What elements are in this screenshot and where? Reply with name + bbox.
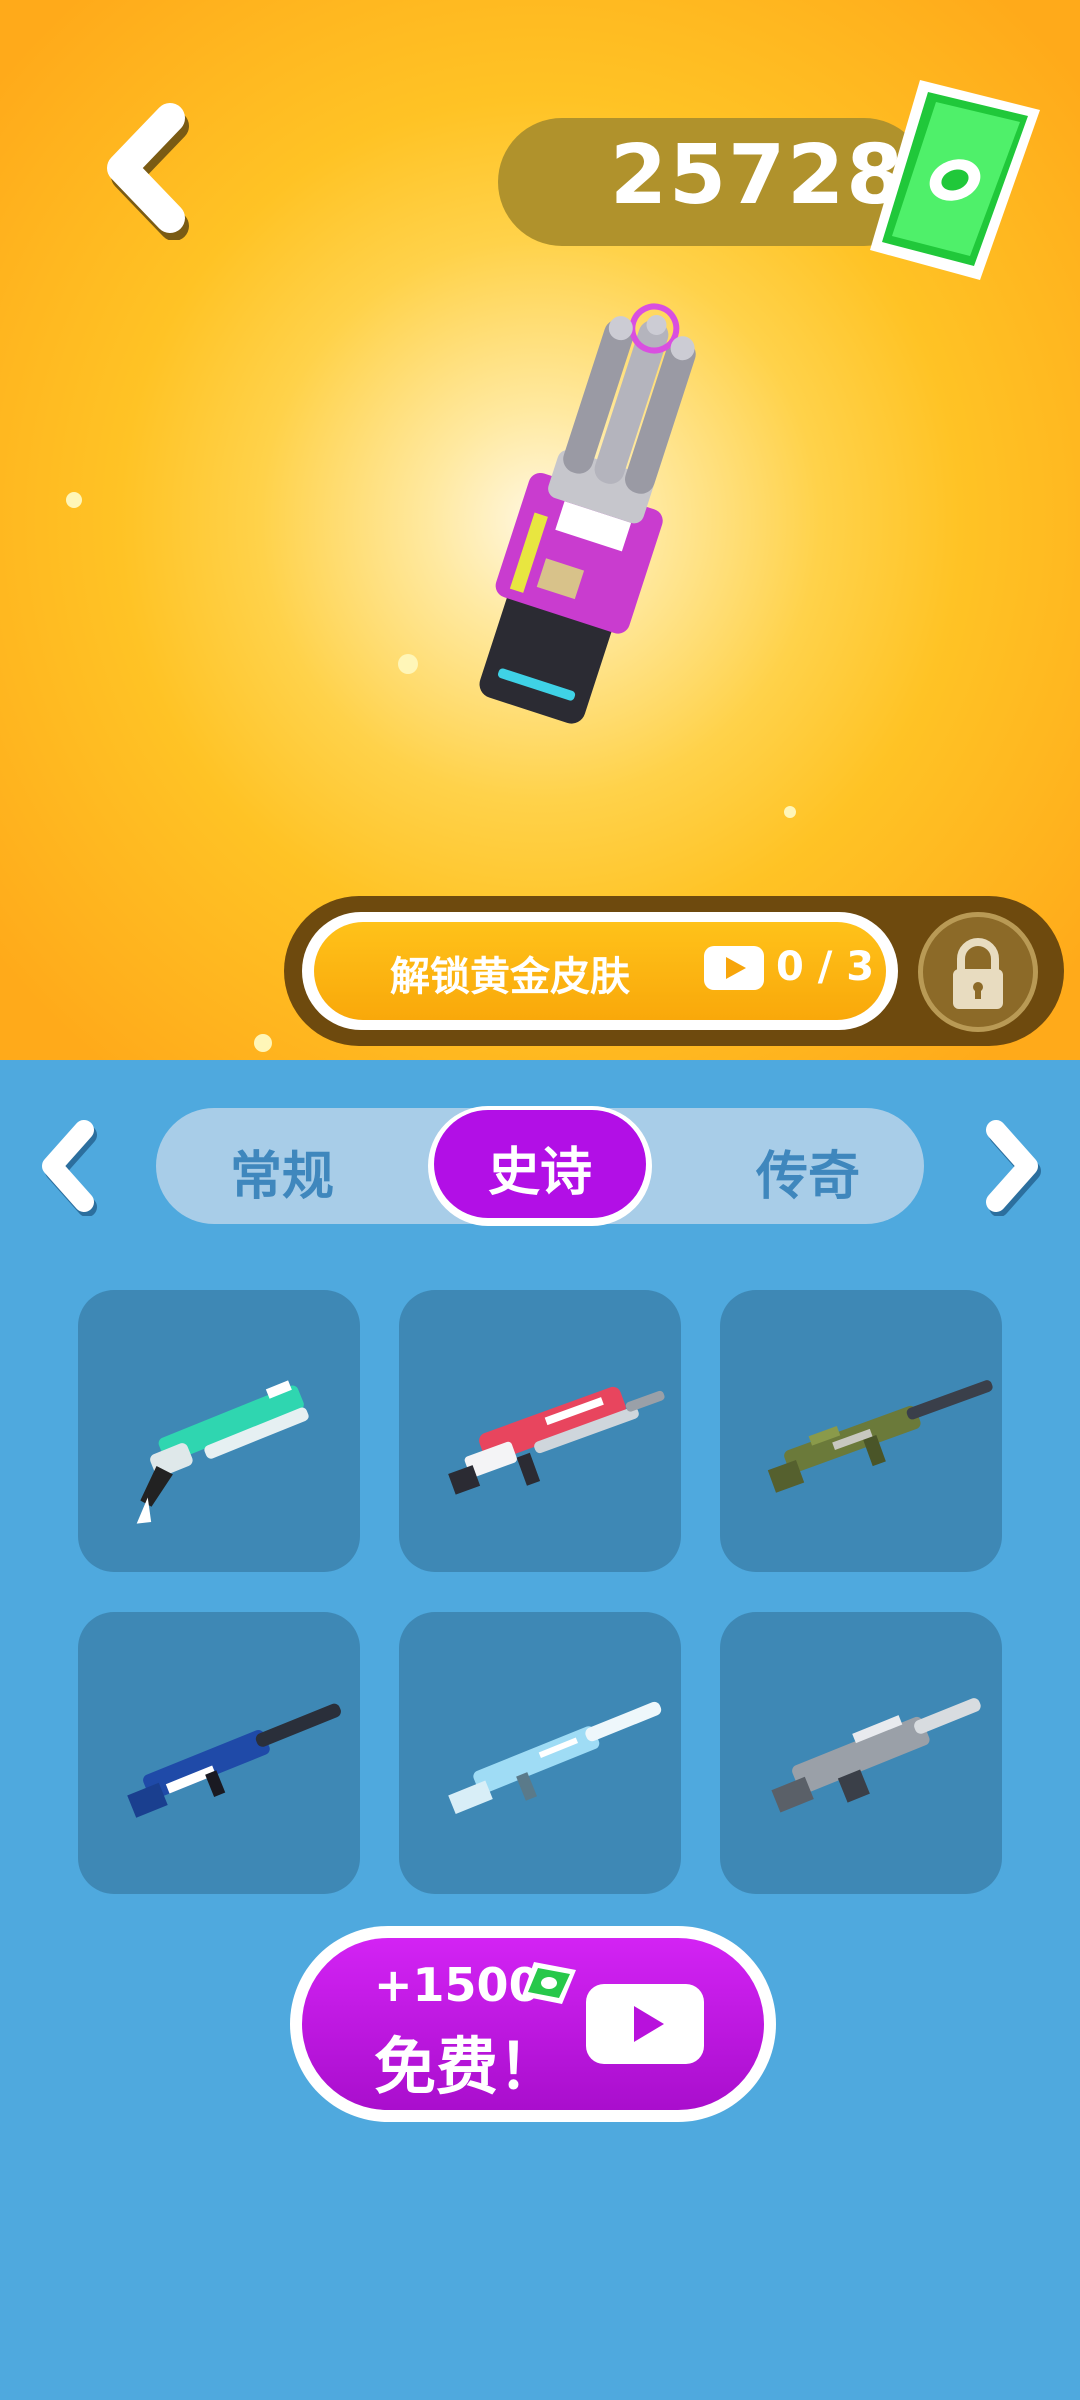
shotgun-teal-icon [136,1380,309,1524]
sparkle [784,806,796,818]
lock-icon [953,938,1003,1009]
rifle-blue-icon [127,1703,341,1818]
sparkle [66,492,82,508]
back-button[interactable] [88,100,198,240]
sparkle [398,654,418,674]
next-category-button[interactable] [982,1116,1044,1216]
machinegun-silver-icon [771,1698,981,1813]
video-play-icon [586,1984,704,2064]
unlock-gold-skin-label: 解锁黄金皮肤 [390,954,630,1000]
cash-icon [522,1962,576,2004]
weapon-card[interactable] [720,1290,1002,1572]
sparkle [254,1034,272,1052]
cash-stack-icon [870,80,1040,280]
weapon-card[interactable] [399,1612,681,1894]
rifle-red-icon [448,1386,665,1495]
weapon-card[interactable] [78,1612,360,1894]
minigun-icon[interactable] [440,300,740,740]
weapon-card[interactable] [399,1290,681,1572]
lock-button[interactable] [918,912,1038,1032]
weapon-preview-area: 25728 解锁黄金皮肤 0 / 3 [0,0,1080,1060]
prev-category-button[interactable] [36,1116,98,1216]
sniper-camo-icon [767,1380,993,1493]
reward-amount: +1500 [374,1958,541,2012]
tab-legendary[interactable]: 传奇 [756,1134,860,1209]
tab-epic-label: 史诗 [487,1143,592,1203]
weapon-card[interactable] [720,1612,1002,1894]
unlock-progress: 0 / 3 [776,944,875,990]
tab-common[interactable]: 常规 [230,1134,334,1209]
free-label: 免费！ [374,2030,561,2103]
video-play-icon [704,946,764,990]
weapon-card[interactable] [78,1290,360,1572]
rifle-lightblue-icon [448,1701,662,1815]
